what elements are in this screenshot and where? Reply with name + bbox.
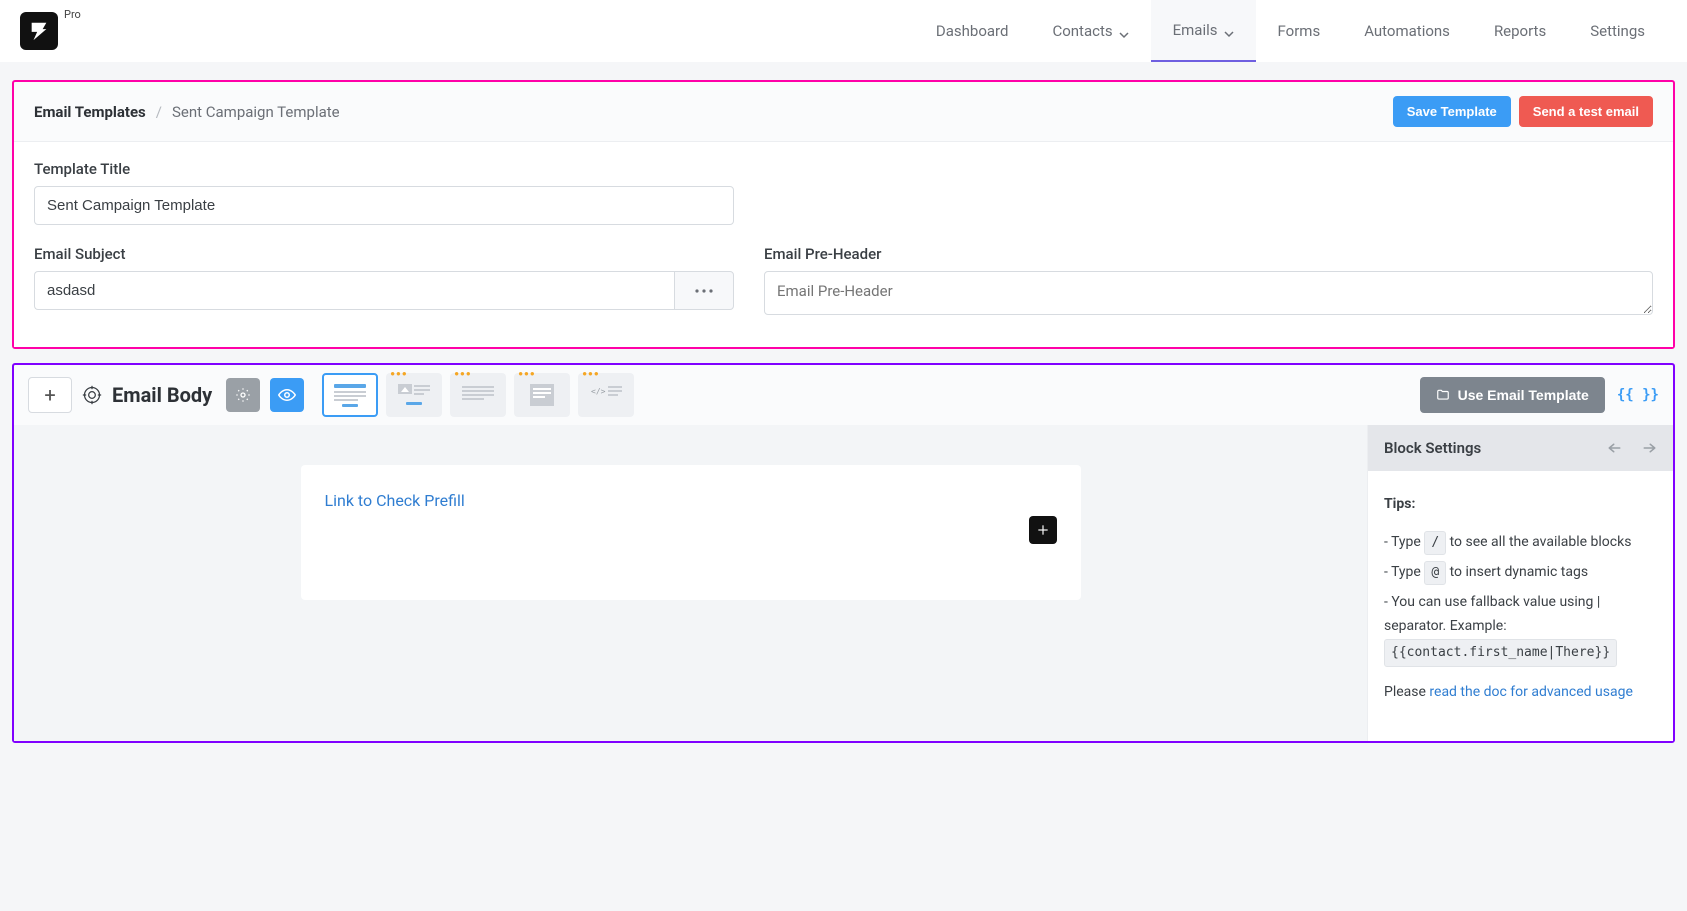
tip-1: - Type / to see all the available blocks	[1384, 531, 1657, 555]
doc-line: Please read the doc for advanced usage	[1384, 681, 1657, 705]
nav-item-label: Contacts	[1052, 22, 1112, 40]
drag-handle-icon: ●●●	[518, 369, 536, 378]
nav-item-dashboard[interactable]: Dashboard	[914, 0, 1031, 62]
undo-icon[interactable]	[1607, 441, 1625, 455]
template-header-panel: Email Templates / Sent Campaign Template…	[12, 80, 1675, 349]
email-subject-label: Email Subject	[34, 245, 734, 263]
nav-item-label: Forms	[1278, 22, 1321, 40]
send-test-email-button[interactable]: Send a test email	[1519, 96, 1653, 127]
plus-icon	[1036, 523, 1050, 537]
nav-item-label: Emails	[1173, 21, 1218, 39]
preview-button[interactable]	[270, 378, 304, 412]
layout-option-2[interactable]: ●●●	[386, 373, 442, 417]
use-email-template-button[interactable]: Use Email Template	[1420, 377, 1605, 413]
nav-item-label: Dashboard	[936, 22, 1009, 40]
nav-item-emails[interactable]: Emails	[1151, 0, 1256, 62]
body-toolbar: + Email Body ●●● ●●● ●●●	[14, 365, 1673, 425]
nav-item-settings[interactable]: Settings	[1568, 0, 1667, 62]
target-icon	[82, 385, 102, 405]
chevron-down-icon	[1224, 25, 1234, 35]
email-body-title: Email Body	[112, 383, 212, 407]
drag-handle-icon: ●●●	[390, 369, 408, 378]
add-button[interactable]: +	[28, 377, 72, 413]
pro-badge: Pro	[64, 8, 81, 21]
nav-item-label: Settings	[1590, 22, 1645, 40]
template-title-input[interactable]	[34, 186, 734, 225]
top-nav: Dashboard Contacts Emails Forms Automations R…	[914, 0, 1667, 62]
breadcrumb-separator: /	[156, 103, 162, 121]
nav-item-reports[interactable]: Reports	[1472, 0, 1568, 62]
breadcrumb: Email Templates / Sent Campaign Template	[34, 103, 340, 121]
email-body-panel: + Email Body ●●● ●●● ●●●	[12, 363, 1675, 743]
tip-3: - You can use fallback value using | sep…	[1384, 591, 1657, 667]
at-key: @	[1424, 561, 1446, 585]
settings-toggle-button[interactable]	[226, 378, 260, 412]
editor-canvas[interactable]: Link to Check Prefill	[14, 425, 1367, 741]
block-settings-panel: Block Settings Tips: - Type / to see all…	[1367, 425, 1673, 741]
nav-item-automations[interactable]: Automations	[1342, 0, 1472, 62]
chevron-down-icon	[1119, 26, 1129, 36]
topbar: Pro Dashboard Contacts Emails Forms Automati…	[0, 0, 1687, 62]
nav-item-forms[interactable]: Forms	[1256, 0, 1343, 62]
svg-text:</>: </>	[591, 387, 606, 396]
folder-icon	[1436, 388, 1450, 402]
slash-key: /	[1424, 531, 1446, 555]
email-subject-input[interactable]	[34, 271, 674, 310]
nav-item-contacts[interactable]: Contacts	[1030, 0, 1150, 62]
layout-picker: ●●● ●●● ●●● ●●● </>	[322, 373, 634, 417]
use-email-template-label: Use Email Template	[1458, 387, 1589, 403]
nav-item-label: Automations	[1364, 22, 1450, 40]
drag-handle-icon: ●●●	[582, 369, 600, 378]
email-content-card[interactable]: Link to Check Prefill	[301, 465, 1081, 600]
brand-logo[interactable]: Pro	[20, 12, 81, 50]
template-title-label: Template Title	[34, 160, 1653, 178]
layout-option-5[interactable]: ●●● </>	[578, 373, 634, 417]
doc-link[interactable]: read the doc for advanced usage	[1429, 684, 1632, 700]
logo-icon	[20, 12, 58, 50]
block-settings-title: Block Settings	[1384, 439, 1481, 457]
subject-more-button[interactable]	[674, 271, 734, 310]
add-block-button[interactable]	[1029, 516, 1057, 544]
prefill-link[interactable]: Link to Check Prefill	[325, 491, 465, 510]
layout-option-4[interactable]: ●●●	[514, 373, 570, 417]
redo-icon[interactable]	[1639, 441, 1657, 455]
drag-handle-icon: ●●●	[454, 369, 472, 378]
layout-option-3[interactable]: ●●●	[450, 373, 506, 417]
nav-item-label: Reports	[1494, 22, 1546, 40]
email-preheader-input[interactable]	[764, 271, 1653, 315]
tips-title: Tips:	[1384, 496, 1415, 512]
save-template-button[interactable]: Save Template	[1393, 96, 1511, 127]
fallback-example-code: {{contact.first_name|There}}	[1384, 639, 1617, 667]
breadcrumb-leaf: Sent Campaign Template	[172, 103, 340, 121]
header-panel-top: Email Templates / Sent Campaign Template…	[14, 82, 1673, 142]
email-preheader-label: Email Pre-Header	[764, 245, 1653, 263]
layout-option-1[interactable]	[322, 373, 378, 417]
breadcrumb-root[interactable]: Email Templates	[34, 103, 146, 121]
merge-tags-button[interactable]: {{ }}	[1617, 387, 1659, 403]
tip-2: - Type @ to insert dynamic tags	[1384, 561, 1657, 585]
